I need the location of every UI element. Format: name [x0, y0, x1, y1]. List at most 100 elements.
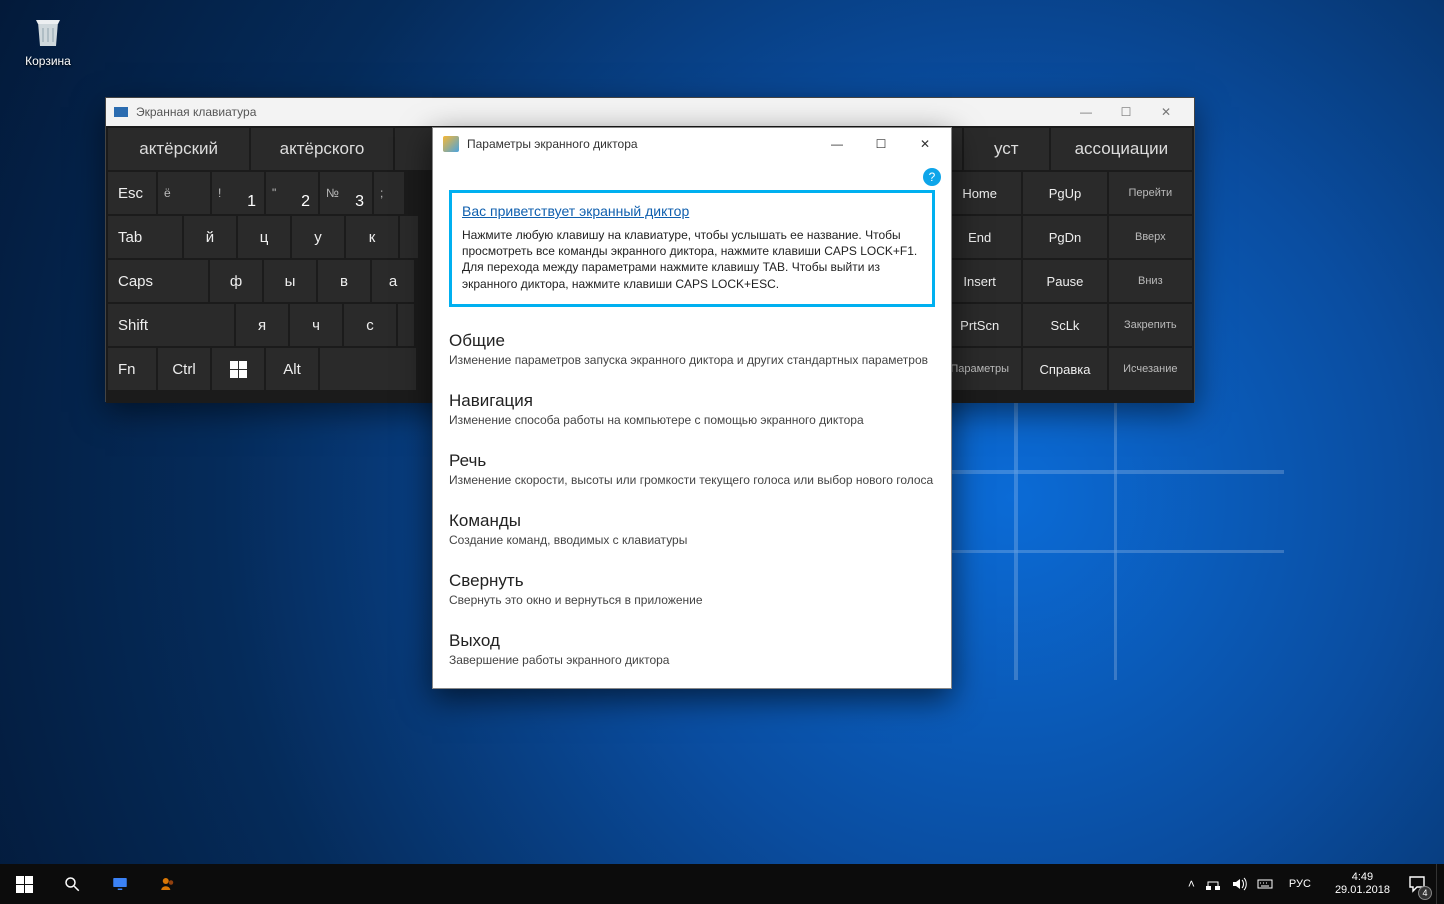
suggestion-5[interactable]: ассоциации — [1051, 128, 1192, 170]
section-minimize-title: Свернуть — [449, 571, 935, 591]
system-tray: ˄ РУС — [1178, 876, 1327, 892]
section-voice[interactable]: Речь Изменение скорости, высоты или гром… — [449, 451, 935, 487]
monitor-icon — [111, 875, 129, 893]
section-minimize[interactable]: Свернуть Свернуть это окно и вернуться в… — [449, 571, 935, 607]
narrator-welcome-text: Нажмите любую клавишу на клавиатуре, что… — [462, 227, 922, 292]
key-v-partial[interactable] — [398, 304, 414, 346]
keyboard-icon — [114, 107, 128, 117]
taskbar-clock[interactable]: 4:49 29.01.2018 — [1327, 871, 1398, 896]
clock-time: 4:49 — [1335, 871, 1390, 884]
section-navigation-desc: Изменение способа работы на компьютере с… — [449, 413, 935, 427]
osk-nav-cluster: Home PgUp Перейти End PgDn Вверх Insert … — [938, 172, 1192, 392]
key-caps[interactable]: Caps — [108, 260, 208, 302]
key-dock[interactable]: Закрепить — [1109, 304, 1192, 346]
suggestion-4[interactable]: уст — [964, 128, 1049, 170]
section-voice-desc: Изменение скорости, высоты или громкости… — [449, 473, 935, 487]
key-4[interactable]: ; — [374, 172, 404, 214]
section-voice-title: Речь — [449, 451, 935, 471]
key-sclk[interactable]: ScLk — [1023, 304, 1106, 346]
narrator-settings-window: Параметры экранного диктора — ☐ ✕ ? Вас … — [432, 127, 952, 689]
people-icon — [159, 875, 177, 893]
osk-main-keys: Esc ё !1 "2 №3 ; Tab й ц у к Caps ф ы в … — [108, 172, 428, 401]
suggestion-0[interactable]: актёрский — [108, 128, 249, 170]
taskbar-app-1[interactable] — [96, 864, 144, 904]
narrator-minimize-button[interactable]: — — [815, 130, 859, 158]
section-exit-title: Выход — [449, 631, 935, 651]
help-icon[interactable]: ? — [923, 168, 941, 186]
windows-logo-icon — [16, 876, 33, 893]
key-t-partial[interactable] — [400, 216, 418, 258]
key-2[interactable]: "2 — [266, 172, 318, 214]
key-x[interactable]: ч — [290, 304, 342, 346]
key-fade[interactable]: Исчезание — [1109, 348, 1192, 390]
narrator-welcome-box: Вас приветствует экранный диктор Нажмите… — [449, 190, 935, 307]
key-tab[interactable]: Tab — [108, 216, 182, 258]
action-center-button[interactable]: 4 — [1398, 864, 1436, 904]
recycle-bin-label: Корзина — [25, 54, 71, 68]
narrator-titlebar[interactable]: Параметры экранного диктора — ☐ ✕ — [433, 128, 951, 160]
key-c[interactable]: с — [344, 304, 396, 346]
section-commands-desc: Создание команд, вводимых с клавиатуры — [449, 533, 935, 547]
key-nav[interactable]: Перейти — [1109, 172, 1192, 214]
section-minimize-desc: Свернуть это окно и вернуться в приложен… — [449, 593, 935, 607]
osk-close-button[interactable]: ✕ — [1146, 105, 1186, 119]
keyboard-tray-icon[interactable] — [1257, 876, 1273, 892]
key-pgdn[interactable]: PgDn — [1023, 216, 1106, 258]
key-a[interactable]: ф — [210, 260, 262, 302]
key-f[interactable]: а — [372, 260, 414, 302]
tray-overflow-icon[interactable]: ˄ — [1188, 877, 1195, 891]
key-ctrl[interactable]: Ctrl — [158, 348, 210, 390]
section-general-title: Общие — [449, 331, 935, 351]
narrator-close-button[interactable]: ✕ — [903, 130, 947, 158]
taskbar: ˄ РУС 4:49 29.01.2018 4 — [0, 864, 1444, 904]
key-e[interactable]: у — [292, 216, 344, 258]
key-down[interactable]: Вниз — [1109, 260, 1192, 302]
section-exit[interactable]: Выход Завершение работы экранного диктор… — [449, 631, 935, 667]
show-desktop-button[interactable] — [1436, 864, 1442, 904]
search-button[interactable] — [48, 864, 96, 904]
key-q[interactable]: й — [184, 216, 236, 258]
windows-logo-icon — [230, 361, 247, 378]
section-general[interactable]: Общие Изменение параметров запуска экран… — [449, 331, 935, 367]
narrator-maximize-button[interactable]: ☐ — [859, 130, 903, 158]
clock-date: 29.01.2018 — [1335, 884, 1390, 897]
section-navigation-title: Навигация — [449, 391, 935, 411]
key-pgup[interactable]: PgUp — [1023, 172, 1106, 214]
key-win[interactable] — [212, 348, 264, 390]
key-up[interactable]: Вверх — [1109, 216, 1192, 258]
osk-titlebar[interactable]: Экранная клавиатура — ☐ ✕ — [106, 98, 1194, 126]
key-shift[interactable]: Shift — [108, 304, 234, 346]
desktop-icon-recycle-bin[interactable]: Корзина — [12, 10, 84, 68]
osk-minimize-button[interactable]: — — [1066, 105, 1106, 119]
section-navigation[interactable]: Навигация Изменение способа работы на ко… — [449, 391, 935, 427]
recycle-bin-icon — [28, 10, 68, 50]
key-yo[interactable]: ё — [158, 172, 210, 214]
network-icon[interactable] — [1205, 876, 1221, 892]
key-z[interactable]: я — [236, 304, 288, 346]
key-r[interactable]: к — [346, 216, 398, 258]
key-d[interactable]: в — [318, 260, 370, 302]
key-alt[interactable]: Alt — [266, 348, 318, 390]
key-esc[interactable]: Esc — [108, 172, 156, 214]
key-w[interactable]: ц — [238, 216, 290, 258]
narrator-welcome-link[interactable]: Вас приветствует экранный диктор — [462, 203, 689, 219]
key-fn[interactable]: Fn — [108, 348, 156, 390]
key-pause[interactable]: Pause — [1023, 260, 1106, 302]
section-commands[interactable]: Команды Создание команд, вводимых с клав… — [449, 511, 935, 547]
narrator-content: Вас приветствует экранный диктор Нажмите… — [433, 190, 951, 683]
key-help[interactable]: Справка — [1023, 348, 1106, 390]
language-indicator[interactable]: РУС — [1283, 878, 1317, 890]
suggestion-1[interactable]: актёрского — [251, 128, 392, 170]
key-s[interactable]: ы — [264, 260, 316, 302]
osk-title: Экранная клавиатура — [136, 105, 1066, 119]
narrator-title: Параметры экранного диктора — [467, 137, 815, 151]
section-commands-title: Команды — [449, 511, 935, 531]
taskbar-app-2[interactable] — [144, 864, 192, 904]
search-icon — [63, 875, 81, 893]
volume-icon[interactable] — [1231, 876, 1247, 892]
key-3[interactable]: №3 — [320, 172, 372, 214]
start-button[interactable] — [0, 864, 48, 904]
key-space-partial[interactable] — [320, 348, 416, 390]
key-1[interactable]: !1 — [212, 172, 264, 214]
osk-maximize-button[interactable]: ☐ — [1106, 105, 1146, 119]
